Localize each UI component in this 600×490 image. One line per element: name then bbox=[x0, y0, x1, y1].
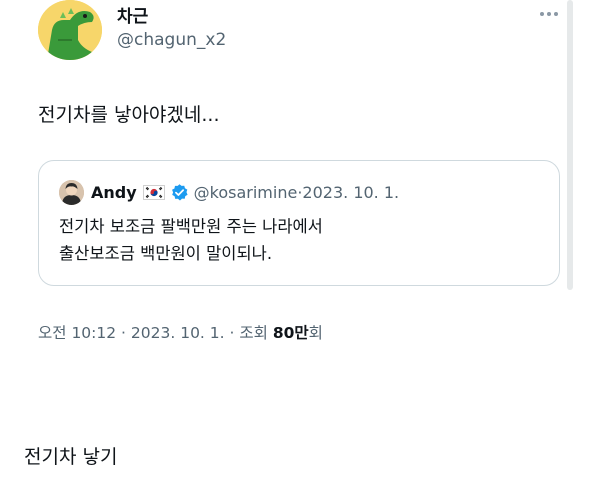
meta-separator: · bbox=[116, 324, 131, 342]
quoted-text-line: 전기차 보조금 팔백만원 주는 나라에서 bbox=[59, 217, 323, 236]
verified-badge-icon bbox=[171, 183, 188, 200]
tweet-date[interactable]: 2023. 10. 1. bbox=[131, 324, 225, 342]
quoted-text-line: 출산보조금 백만원이 말이되나. bbox=[59, 244, 273, 263]
person-avatar-icon bbox=[59, 179, 84, 205]
tweet-time[interactable]: 오전 10:12 bbox=[38, 324, 116, 342]
more-dot-icon bbox=[540, 12, 544, 16]
quoted-date[interactable]: 2023. 10. 1. bbox=[302, 183, 399, 202]
caption-text: 전기차 낳기 bbox=[24, 446, 118, 468]
avatar[interactable] bbox=[38, 0, 102, 60]
dinosaur-avatar-icon bbox=[38, 0, 102, 60]
korea-flag-icon bbox=[142, 184, 165, 200]
quoted-author-handle[interactable]: @kosarimine bbox=[194, 183, 298, 202]
quoted-tweet-header: Andy @kosarimine · 2023. 10. 1. bbox=[59, 179, 399, 205]
scrollbar-thumb[interactable] bbox=[567, 0, 573, 290]
tweet-text: 전기차를 낳아야겠네... bbox=[38, 104, 220, 126]
more-options-button[interactable] bbox=[534, 4, 564, 24]
more-dot-icon bbox=[547, 12, 551, 16]
quoted-tweet-card[interactable]: Andy @kosarimine · 2023. 10. 1. 전기차 보조금 … bbox=[38, 160, 560, 286]
meta-separator: · bbox=[224, 324, 240, 342]
quoted-author-name[interactable]: Andy bbox=[91, 183, 137, 202]
quoted-tweet-text: 전기차 보조금 팔백만원 주는 나라에서 출산보조금 백만원이 말이되나. bbox=[59, 213, 323, 267]
views-count: 80만 bbox=[272, 324, 309, 342]
tweet-metadata: 오전 10:12 · 2023. 10. 1. · 조회 80만회 bbox=[38, 321, 323, 343]
more-dot-icon bbox=[554, 12, 558, 16]
views-suffix: 회 bbox=[308, 324, 323, 342]
views-label: 조회 bbox=[239, 324, 273, 342]
author-name[interactable]: 차근 bbox=[117, 2, 148, 27]
scrollbar[interactable] bbox=[567, 0, 573, 290]
quoted-author-avatar[interactable] bbox=[59, 179, 84, 205]
author-handle[interactable]: @chagun_x2 bbox=[117, 30, 226, 50]
